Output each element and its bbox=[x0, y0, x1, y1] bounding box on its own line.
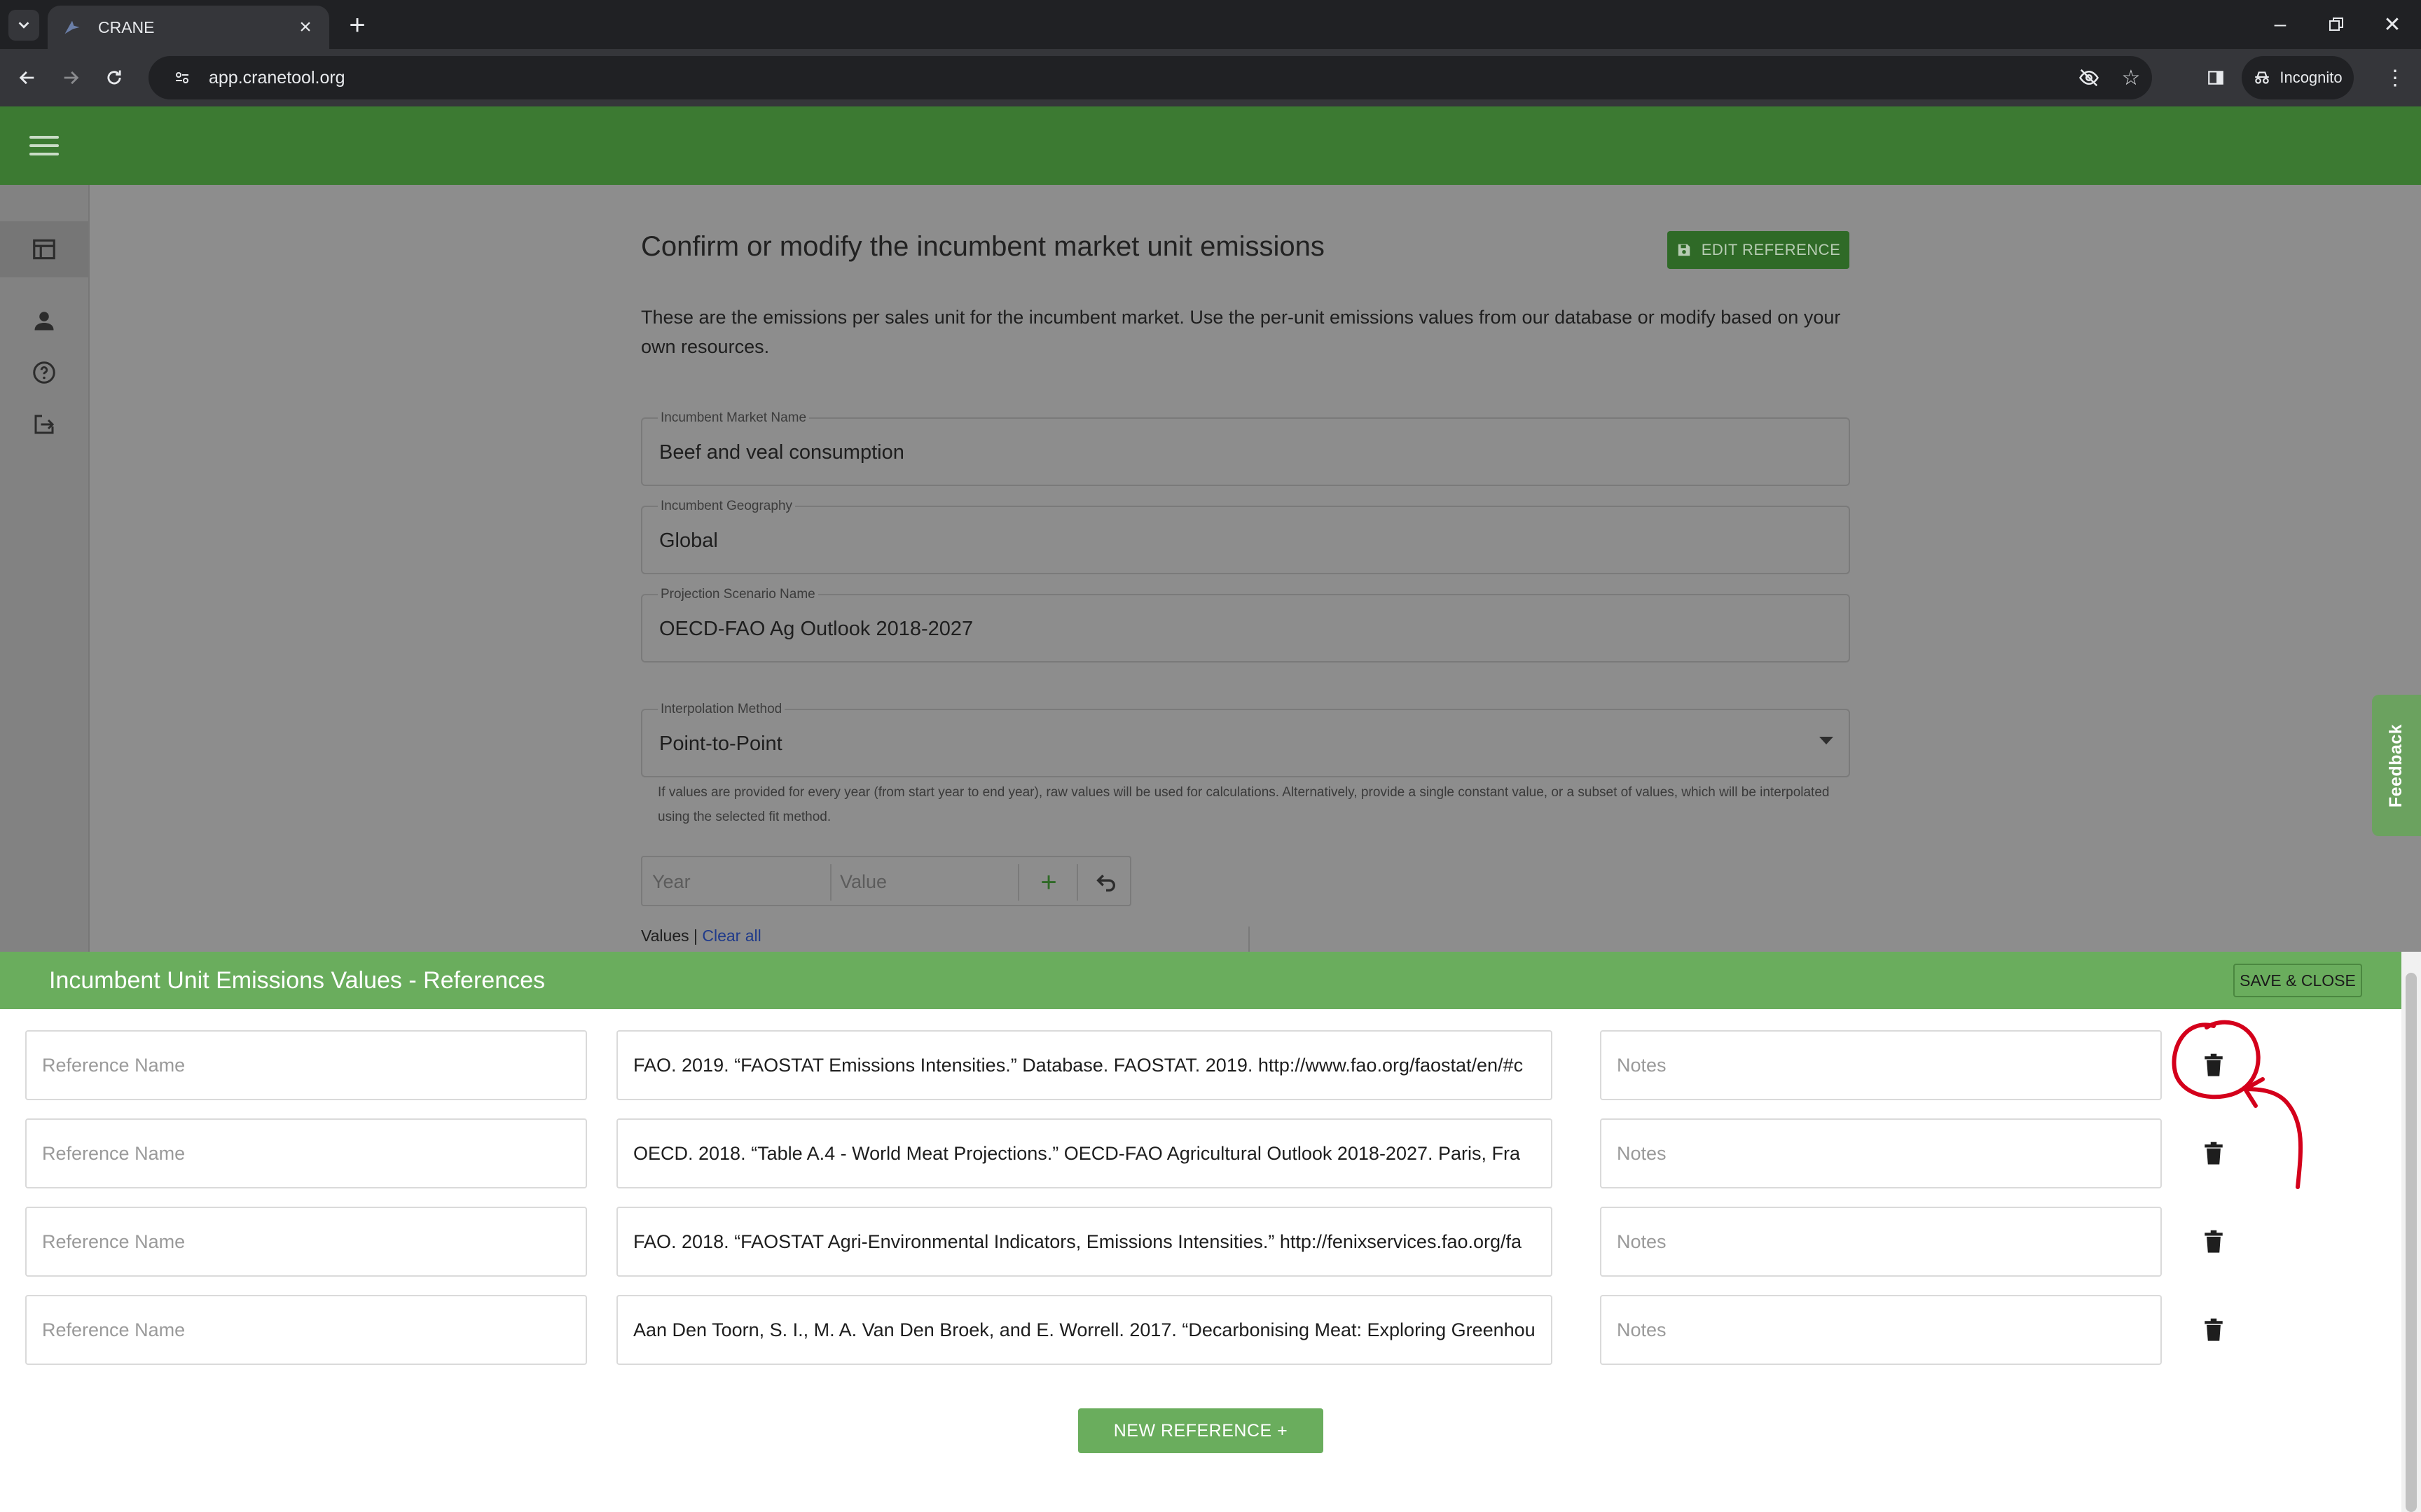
field-label: Projection Scenario Name bbox=[658, 587, 818, 602]
reference-row: Reference Name FAO. 2019. “FAOSTAT Emiss… bbox=[0, 1030, 2382, 1100]
sidebar-item-table[interactable] bbox=[0, 221, 88, 277]
incumbent-market-name-field[interactable]: Incumbent Market Name Beef and veal cons… bbox=[641, 410, 1850, 486]
edit-reference-button[interactable]: EDIT REFERENCE bbox=[1667, 231, 1849, 269]
feedback-label: Feedback bbox=[2386, 723, 2406, 807]
bookmark-star-icon[interactable]: ☆ bbox=[2110, 66, 2152, 90]
field-label: Incumbent Market Name bbox=[658, 410, 810, 426]
chevron-down-icon bbox=[18, 22, 29, 29]
references-drawer: Incumbent Unit Emissions Values - Refere… bbox=[0, 952, 2421, 1512]
field-value: OECD-FAO Ag Outlook 2018-2027 bbox=[659, 618, 974, 640]
browser-tab[interactable]: CRANE × bbox=[48, 6, 329, 49]
tab-search-button[interactable] bbox=[8, 10, 39, 41]
app-header bbox=[0, 106, 2421, 185]
reference-notes-input[interactable]: Notes bbox=[1600, 1118, 2162, 1188]
delete-reference-button[interactable] bbox=[2194, 1222, 2233, 1261]
field-value: Global bbox=[659, 529, 718, 552]
field-label: Interpolation Method bbox=[658, 702, 785, 717]
reference-row: Reference Name OECD. 2018. “Table A.4 - … bbox=[0, 1118, 2382, 1188]
sidebar-item-help[interactable] bbox=[0, 345, 88, 401]
save-icon bbox=[1678, 244, 1690, 256]
dropdown-caret-icon bbox=[1819, 737, 1833, 744]
trash-icon bbox=[2205, 1230, 2223, 1253]
new-reference-button[interactable]: NEW REFERENCE + bbox=[1078, 1408, 1323, 1453]
red-circle-arrow-annotation bbox=[2172, 1020, 2303, 1189]
drawer-scrollbar[interactable] bbox=[2401, 952, 2421, 1512]
values-header: Values | Clear all bbox=[641, 927, 761, 945]
divider bbox=[830, 864, 832, 901]
site-info-icon[interactable] bbox=[168, 69, 196, 86]
delete-reference-button[interactable] bbox=[2194, 1310, 2233, 1350]
back-icon[interactable] bbox=[10, 60, 45, 95]
forward-icon[interactable] bbox=[53, 60, 88, 95]
reload-icon[interactable] bbox=[97, 60, 132, 95]
year-value-input-group: Year Value + bbox=[641, 856, 1131, 906]
reference-citation-input[interactable]: FAO. 2019. “FAOSTAT Emissions Intensitie… bbox=[616, 1030, 1552, 1100]
year-input[interactable]: Year bbox=[652, 871, 691, 893]
interpolation-helper-text: If values are provided for every year (f… bbox=[658, 785, 1830, 824]
tab-title: CRANE bbox=[98, 18, 155, 36]
clear-all-link[interactable]: Clear all bbox=[702, 927, 761, 945]
incognito-icon bbox=[2255, 71, 2270, 84]
address-bar[interactable]: app.cranetool.org ☆ bbox=[149, 56, 2152, 99]
field-label: Incumbent Geography bbox=[658, 499, 796, 514]
projection-scenario-name-field[interactable]: Projection Scenario Name OECD-FAO Ag Out… bbox=[641, 587, 1850, 663]
undo-icon[interactable] bbox=[1085, 861, 1127, 903]
person-icon bbox=[34, 312, 54, 331]
save-and-close-button[interactable]: SAVE & CLOSE bbox=[2233, 964, 2362, 997]
table-icon bbox=[33, 239, 55, 260]
reference-name-input[interactable]: Reference Name bbox=[25, 1118, 587, 1188]
reference-notes-input[interactable]: Notes bbox=[1600, 1030, 2162, 1100]
url-text: app.cranetool.org bbox=[209, 67, 345, 88]
divider bbox=[1077, 864, 1078, 901]
values-column-divider bbox=[1248, 927, 1250, 952]
page-title: Confirm or modify the incumbent market u… bbox=[641, 231, 1325, 262]
incognito-badge[interactable]: Incognito bbox=[2242, 56, 2354, 99]
reference-name-input[interactable]: Reference Name bbox=[25, 1030, 587, 1100]
scrollbar-thumb[interactable] bbox=[2406, 973, 2417, 1512]
divider bbox=[1018, 864, 1019, 901]
add-value-plus-icon[interactable]: + bbox=[1028, 861, 1070, 903]
reference-citation-input[interactable]: OECD. 2018. “Table A.4 - World Meat Proj… bbox=[616, 1118, 1552, 1188]
trash-icon bbox=[2205, 1318, 2223, 1341]
new-tab-button[interactable]: + bbox=[342, 10, 373, 41]
close-window-icon[interactable]: ✕ bbox=[2368, 7, 2417, 42]
reference-notes-input[interactable]: Notes bbox=[1600, 1295, 2162, 1365]
reference-citation-input[interactable]: FAO. 2018. “FAOSTAT Agri-Environmental I… bbox=[616, 1207, 1552, 1277]
tab-close-icon[interactable]: × bbox=[291, 13, 319, 41]
logout-icon bbox=[34, 415, 55, 434]
minimize-icon[interactable]: – bbox=[2256, 7, 2305, 42]
page-description: These are the emissions per sales unit f… bbox=[641, 307, 1841, 357]
incognito-label: Incognito bbox=[2279, 69, 2343, 86]
reference-citation-input[interactable]: Aan Den Toorn, S. I., M. A. Van Den Broe… bbox=[616, 1295, 1552, 1365]
field-value: Point-to-Point bbox=[659, 733, 782, 755]
sidebar-item-account[interactable] bbox=[0, 293, 88, 349]
reference-row: Reference Name FAO. 2018. “FAOSTAT Agri-… bbox=[0, 1207, 2382, 1277]
drawer-header: Incumbent Unit Emissions Values - Refere… bbox=[0, 952, 2401, 1009]
hamburger-menu-icon[interactable] bbox=[25, 130, 63, 161]
interpolation-method-select[interactable]: Interpolation Method Point-to-Point bbox=[641, 702, 1850, 777]
edit-reference-label: EDIT REFERENCE bbox=[1701, 241, 1841, 258]
values-label: Values | bbox=[641, 927, 698, 945]
help-circle-icon bbox=[33, 361, 55, 384]
reference-name-input[interactable]: Reference Name bbox=[25, 1295, 587, 1365]
field-value: Beef and veal consumption bbox=[659, 441, 904, 464]
value-input[interactable]: Value bbox=[840, 871, 887, 893]
sidebar-item-logout[interactable] bbox=[0, 396, 88, 452]
side-panel-icon[interactable] bbox=[2198, 60, 2233, 95]
sidebar bbox=[0, 185, 90, 952]
restore-icon[interactable] bbox=[2312, 7, 2361, 42]
eye-off-icon[interactable] bbox=[2068, 67, 2110, 88]
reference-row: Reference Name Aan Den Toorn, S. I., M. … bbox=[0, 1295, 2382, 1365]
crane-favicon-icon bbox=[62, 17, 83, 38]
drawer-title: Incumbent Unit Emissions Values - Refere… bbox=[49, 967, 546, 994]
reference-name-input[interactable]: Reference Name bbox=[25, 1207, 587, 1277]
browser-toolbar: app.cranetool.org ☆ Incognito ⋮ bbox=[0, 49, 2421, 106]
browser-tab-bar: CRANE × + – ✕ bbox=[0, 0, 2421, 49]
browser-menu-icon[interactable]: ⋮ bbox=[2378, 60, 2413, 95]
reference-notes-input[interactable]: Notes bbox=[1600, 1207, 2162, 1277]
incumbent-geography-field[interactable]: Incumbent Geography Global bbox=[641, 499, 1850, 574]
feedback-tab[interactable]: Feedback bbox=[2372, 695, 2421, 836]
